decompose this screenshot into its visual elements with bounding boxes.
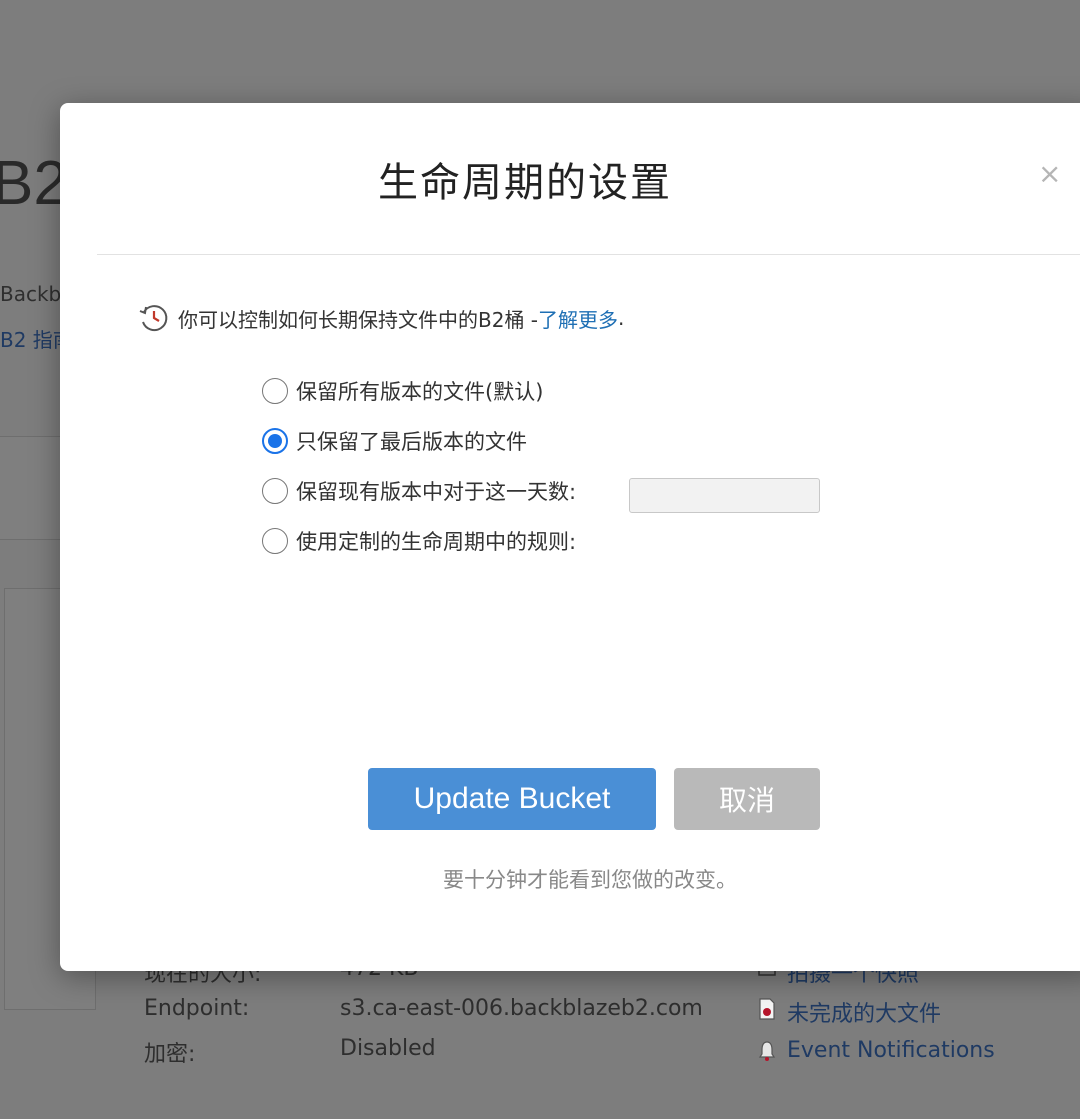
- option-label: 保留所有版本的文件(默认): [296, 380, 544, 404]
- header-divider: [97, 254, 1080, 255]
- update-bucket-button[interactable]: Update Bucket: [368, 768, 656, 830]
- info-row: 你可以控制如何长期保持文件中的B2桶 - 了解更多 .: [138, 302, 624, 334]
- days-input[interactable]: [629, 478, 820, 513]
- option-keep-all-versions[interactable]: 保留所有版本的文件(默认): [262, 376, 543, 406]
- encryption-value: Disabled: [340, 1036, 436, 1061]
- change-delay-note: 要十分钟才能看到您做的改变。: [443, 868, 737, 892]
- bucket-details: 现在的大小: 472 KB Endpoint: s3.ca-east-006.b…: [0, 950, 1080, 1119]
- learn-more-link[interactable]: 了解更多: [538, 304, 618, 333]
- unfinished-files-link: 未完成的大文件: [787, 1002, 942, 1027]
- option-label: 只保留了最后版本的文件: [296, 430, 527, 454]
- cancel-button[interactable]: 取消: [674, 768, 820, 830]
- option-custom-rules[interactable]: 使用定制的生命周期中的规则:: [262, 526, 576, 556]
- radio-keep-days[interactable]: [262, 478, 288, 504]
- radio-keep-last-version[interactable]: [262, 428, 288, 454]
- info-tail: .: [618, 306, 625, 330]
- close-icon[interactable]: ×: [1038, 160, 1061, 188]
- file-icon: [759, 998, 775, 1020]
- bucket-subtitle: Backbl: [0, 282, 67, 306]
- event-notifications-link: Event Notifications: [787, 1038, 995, 1063]
- radio-custom-rules[interactable]: [262, 528, 288, 554]
- endpoint-label: Endpoint:: [144, 996, 250, 1021]
- encryption-label: 加密:: [144, 1042, 196, 1067]
- bell-icon: [758, 1041, 776, 1061]
- lifecycle-clock-icon: [139, 305, 168, 332]
- info-text: 你可以控制如何长期保持文件中的B2桶 -: [178, 307, 539, 332]
- radio-keep-all-versions[interactable]: [262, 378, 288, 404]
- dialog-title: 生命周期的设置: [378, 160, 672, 206]
- endpoint-value: s3.ca-east-006.backblazeb2.com: [340, 996, 703, 1021]
- option-label: 使用定制的生命周期中的规则:: [296, 530, 577, 554]
- option-label: 保留现有版本中对于这一天数:: [296, 480, 577, 504]
- option-keep-days[interactable]: 保留现有版本中对于这一天数:: [262, 476, 576, 506]
- option-keep-last-version[interactable]: 只保留了最后版本的文件: [262, 426, 527, 456]
